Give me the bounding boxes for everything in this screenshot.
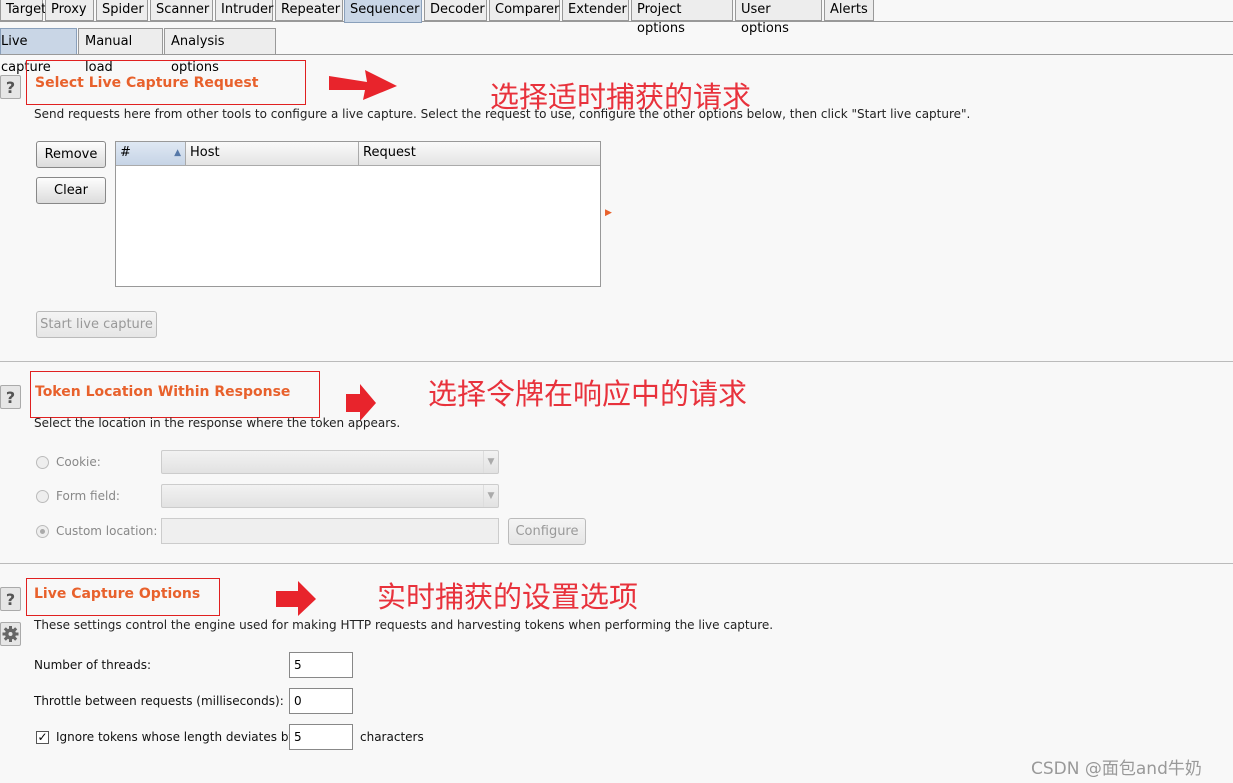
sub-tab-divider [0,54,1233,55]
section-divider [0,563,1233,564]
tab-spider[interactable]: Spider [96,0,148,21]
annotation-text: 选择令牌在响应中的请求 [428,377,748,411]
tab-scanner[interactable]: Scanner [150,0,213,21]
help-icon[interactable]: ? [0,385,21,409]
help-icon[interactable]: ? [0,587,21,611]
tab-extender[interactable]: Extender [562,0,629,21]
column-header-number[interactable]: # ▲ [116,142,186,166]
tab-intruder[interactable]: Intruder [215,0,273,21]
sub-tab-bar: Live capture Manual load Analysis option… [0,24,1233,75]
help-icon[interactable]: ? [0,75,21,99]
throttle-field[interactable]: 0 [289,688,353,714]
tab-alerts[interactable]: Alerts [824,0,874,21]
form-field-select[interactable]: ▼ [161,484,499,508]
expand-arrow-icon[interactable]: ▶ [605,208,612,218]
tab-bar-divider [0,21,1233,22]
tab-user-options[interactable]: User options [735,0,822,36]
tab-live-capture[interactable]: Live capture [0,28,77,75]
ignore-tokens-checkbox[interactable]: ✓ [36,731,49,744]
column-header-host[interactable]: Host [186,142,359,166]
section-description: Select the location in the response wher… [34,416,401,430]
threads-label: Number of threads: [34,658,152,672]
custom-location-radio[interactable] [36,525,49,538]
form-field-radio[interactable] [36,490,49,503]
ignore-tokens-label: Ignore tokens whose length deviates by [56,730,296,744]
watermark: CSDN @面包and牛奶 [1031,759,1202,779]
annotation-arrow-icon [329,70,397,100]
tab-sequencer[interactable]: Sequencer [344,0,422,23]
tab-project-options[interactable]: Project options [631,0,733,36]
section-divider [0,361,1233,362]
remove-button[interactable]: Remove [36,141,106,168]
form-field-label: Form field: [56,489,120,503]
column-header-label: # [120,145,131,160]
annotation-text: 实时捕获的设置选项 [377,580,639,614]
section-title-token-location: Token Location Within Response [35,384,291,400]
start-live-capture-button[interactable]: Start live capture [36,311,157,338]
threads-field[interactable]: 5 [289,652,353,678]
main-tab-bar: Target Proxy Spider Scanner Intruder Rep… [0,0,1233,36]
tab-target[interactable]: Target [0,0,46,21]
tab-comparer[interactable]: Comparer [489,0,560,21]
clear-button[interactable]: Clear [36,177,106,204]
column-header-request[interactable]: Request [359,142,600,166]
chevron-down-icon: ▼ [483,485,498,507]
cookie-select[interactable]: ▼ [161,450,499,474]
throttle-label: Throttle between requests (milliseconds)… [34,694,284,708]
gear-icon[interactable] [0,622,21,646]
tab-decoder[interactable]: Decoder [424,0,487,21]
chevron-down-icon: ▼ [483,451,498,473]
request-table[interactable]: # ▲ Host Request [115,141,601,287]
deviation-field[interactable]: 5 [289,724,353,750]
tab-manual-load[interactable]: Manual load [78,28,163,75]
tab-analysis-options[interactable]: Analysis options [164,28,276,75]
tab-proxy[interactable]: Proxy [45,0,94,21]
custom-location-label: Custom location: [56,524,158,538]
annotation-arrow-icon [276,581,316,616]
section-description: These settings control the engine used f… [34,618,774,632]
section-description: Send requests here from other tools to c… [34,107,971,121]
section-title-capture-request: Select Live Capture Request [35,75,259,91]
custom-location-field[interactable] [161,518,499,544]
configure-button[interactable]: Configure [508,518,586,545]
characters-label: characters [360,730,424,744]
section-title-capture-options: Live Capture Options [34,586,201,602]
cookie-label: Cookie: [56,455,101,469]
sort-ascending-icon: ▲ [174,148,181,158]
tab-repeater[interactable]: Repeater [275,0,343,21]
cookie-radio[interactable] [36,456,49,469]
